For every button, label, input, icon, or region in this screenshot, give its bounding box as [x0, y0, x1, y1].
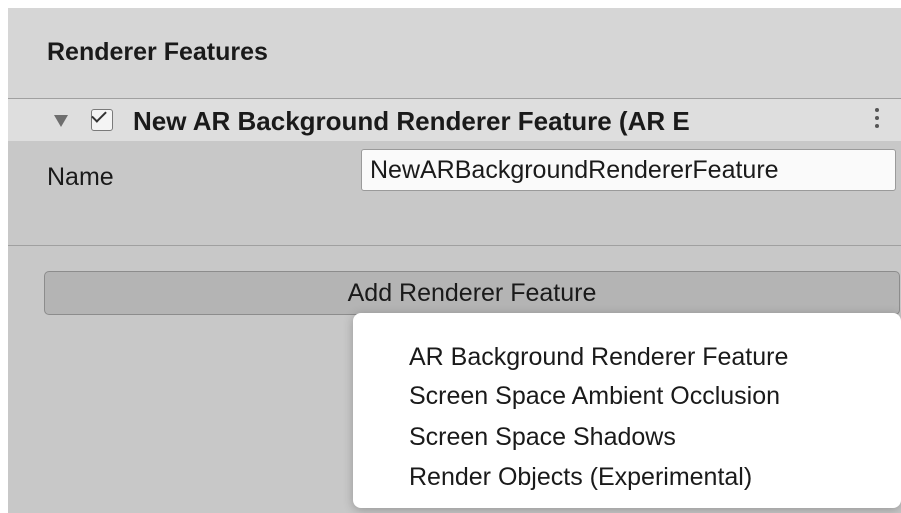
- section-title: Renderer Features: [47, 38, 268, 66]
- menu-item-screen-space-shadows[interactable]: Screen Space Shadows: [409, 423, 676, 452]
- feature-enabled-checkbox[interactable]: [91, 107, 113, 131]
- menu-item-render-objects[interactable]: Render Objects (Experimental): [409, 463, 752, 492]
- foldout-triangle-icon[interactable]: [54, 115, 68, 127]
- add-feature-dropdown-menu: AR Background Renderer Feature Screen Sp…: [353, 313, 901, 508]
- add-renderer-feature-button[interactable]: Add Renderer Feature: [44, 271, 900, 315]
- section-header: Renderer Features: [8, 8, 901, 98]
- divider: [8, 245, 901, 246]
- feature-title: New AR Background Renderer Feature (AR E: [133, 106, 690, 136]
- checkmark-icon: [91, 107, 107, 123]
- menu-item-ar-background[interactable]: AR Background Renderer Feature: [409, 343, 788, 372]
- name-label: Name: [47, 163, 114, 191]
- name-field[interactable]: NewARBackgroundRendererFeature: [361, 149, 896, 191]
- menu-item-ssao[interactable]: Screen Space Ambient Occlusion: [409, 382, 780, 411]
- vertical-ellipsis-icon[interactable]: [874, 108, 880, 134]
